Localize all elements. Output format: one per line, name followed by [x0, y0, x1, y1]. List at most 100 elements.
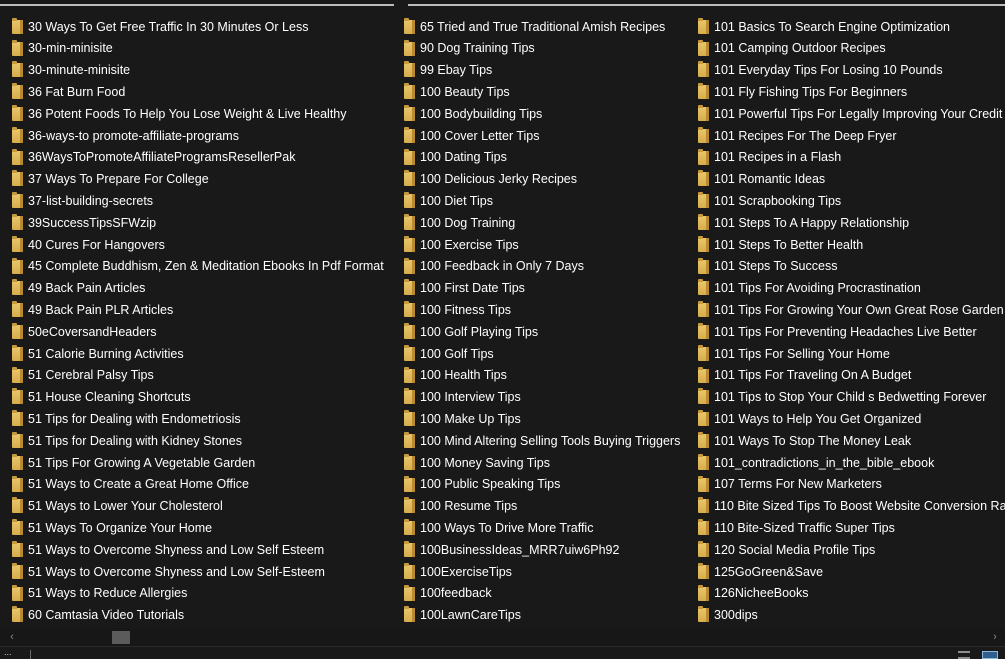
folder-item[interactable]: 101 Tips For Selling Your Home [696, 343, 1005, 365]
folder-item[interactable]: 101 Powerful Tips For Legally Improving … [696, 103, 1005, 125]
folder-item[interactable]: 100 Beauty Tips [402, 81, 696, 103]
folder-item[interactable]: 100 Ways To Drive More Traffic [402, 517, 696, 539]
folder-item[interactable]: 100feedback [402, 583, 696, 605]
folder-item[interactable]: 51 Tips for Dealing with Kidney Stones [10, 430, 402, 452]
folder-icon [698, 453, 709, 470]
folder-item[interactable]: 51 Ways to Overcome Shyness and Low Self… [10, 539, 402, 561]
horizontal-scrollbar[interactable]: ‹ › [0, 628, 1005, 646]
folder-item[interactable]: 37 Ways To Prepare For College [10, 169, 402, 191]
folder-item[interactable]: 100ExerciseTips [402, 561, 696, 583]
scroll-left-button[interactable]: ‹ [6, 631, 18, 643]
folder-item[interactable]: 30 Ways To Get Free Traffic In 30 Minute… [10, 16, 402, 38]
details-view-button[interactable] [958, 651, 970, 659]
folder-item[interactable]: 101 Tips For Traveling On A Budget [696, 365, 1005, 387]
folder-item[interactable]: 30-minute-minisite [10, 60, 402, 82]
folder-item[interactable]: 100 Fitness Tips [402, 299, 696, 321]
folder-item[interactable]: 101 Camping Outdoor Recipes [696, 38, 1005, 60]
folder-item[interactable]: 101 Ways to Help You Get Organized [696, 408, 1005, 430]
folder-item[interactable]: 101 Ways To Stop The Money Leak [696, 430, 1005, 452]
folder-item[interactable]: 101 Scrapbooking Tips [696, 190, 1005, 212]
folder-item[interactable]: 51 Ways to Create a Great Home Office [10, 474, 402, 496]
folder-item[interactable]: 100 Bodybuilding Tips [402, 103, 696, 125]
folder-item[interactable]: 36 Potent Foods To Help You Lose Weight … [10, 103, 402, 125]
folder-item[interactable]: 100 First Date Tips [402, 278, 696, 300]
folder-item[interactable]: 51 Ways To Organize Your Home [10, 517, 402, 539]
folder-item[interactable]: 51 Cerebral Palsy Tips [10, 365, 402, 387]
folder-item[interactable]: 100 Dog Training [402, 212, 696, 234]
folder-item[interactable]: 40 Cures For Hangovers [10, 234, 402, 256]
folder-item[interactable]: 101 Romantic Ideas [696, 169, 1005, 191]
folder-item[interactable]: 60 Camtasia Video Tutorials [10, 605, 402, 627]
folder-item[interactable]: 101_contradictions_in_the_bible_ebook [696, 452, 1005, 474]
folder-item[interactable]: 100 Make Up Tips [402, 408, 696, 430]
folder-item[interactable]: 51 Tips for Dealing with Endometriosis [10, 408, 402, 430]
folder-item[interactable]: 37-list-building-secrets [10, 190, 402, 212]
folder-item[interactable]: 101 Tips to Stop Your Child s Bedwetting… [696, 387, 1005, 409]
folder-item[interactable]: 100 Exercise Tips [402, 234, 696, 256]
folder-item[interactable]: 101 Tips For Growing Your Own Great Rose… [696, 299, 1005, 321]
folder-item[interactable]: 101 Everyday Tips For Losing 10 Pounds [696, 60, 1005, 82]
folder-item[interactable]: 45 Complete Buddhism, Zen & Meditation E… [10, 256, 402, 278]
folder-item[interactable]: 49 Back Pain PLR Articles [10, 299, 402, 321]
folder-item[interactable]: 100 Diet Tips [402, 190, 696, 212]
folder-icon [404, 453, 415, 470]
folder-item[interactable]: 49 Back Pain Articles [10, 278, 402, 300]
folder-item[interactable]: 120 Social Media Profile Tips [696, 539, 1005, 561]
folder-item[interactable]: 100 Golf Tips [402, 343, 696, 365]
folder-item[interactable]: 101 Steps To A Happy Relationship [696, 212, 1005, 234]
folder-item[interactable]: 100 Dating Tips [402, 147, 696, 169]
folder-icon [404, 279, 415, 296]
folder-name: 101 Fly Fishing Tips For Beginners [714, 85, 908, 100]
folder-item[interactable]: 125GoGreen&Save [696, 561, 1005, 583]
folder-item[interactable]: 51 Ways to Reduce Allergies [10, 583, 402, 605]
folder-item[interactable]: 100LawnCareTips [402, 605, 696, 627]
folder-item[interactable]: 101 Steps To Success [696, 256, 1005, 278]
folder-item[interactable]: 300dips [696, 605, 1005, 627]
folder-item[interactable]: 51 Calorie Burning Activities [10, 343, 402, 365]
folder-item[interactable]: 101 Basics To Search Engine Optimization [696, 16, 1005, 38]
folder-item[interactable]: 100 Interview Tips [402, 387, 696, 409]
large-icons-view-button[interactable] [982, 651, 998, 659]
folder-item[interactable]: 30-min-minisite [10, 38, 402, 60]
scrollbar-thumb[interactable] [112, 631, 130, 644]
folder-item[interactable]: 36WaysToPromoteAffiliateProgramsReseller… [10, 147, 402, 169]
folder-item[interactable]: 100 Cover Letter Tips [402, 125, 696, 147]
folder-name: 101 Camping Outdoor Recipes [714, 41, 886, 56]
folder-item[interactable]: 51 House Cleaning Shortcuts [10, 387, 402, 409]
folder-item[interactable]: 110 Bite-Sized Traffic Super Tips [696, 517, 1005, 539]
folder-item[interactable]: 101 Fly Fishing Tips For Beginners [696, 81, 1005, 103]
folder-item[interactable]: 100 Delicious Jerky Recipes [402, 169, 696, 191]
folder-item[interactable]: 100 Mind Altering Selling Tools Buying T… [402, 430, 696, 452]
file-list-view[interactable]: 30 Ways To Get Free Traffic In 30 Minute… [0, 10, 1005, 628]
folder-item[interactable]: 36-ways-to promote-affiliate-programs [10, 125, 402, 147]
folder-item[interactable]: 99 Ebay Tips [402, 60, 696, 82]
folder-name: 100feedback [420, 586, 492, 601]
folder-item[interactable]: 100 Money Saving Tips [402, 452, 696, 474]
folder-item[interactable]: 100BusinessIdeas_MRR7uiw6Ph92 [402, 539, 696, 561]
folder-item[interactable]: 51 Ways to Lower Your Cholesterol [10, 496, 402, 518]
folder-item[interactable]: 100 Feedback in Only 7 Days [402, 256, 696, 278]
folder-name: 101 Tips For Avoiding Procrastination [714, 281, 921, 296]
folder-item[interactable]: 101 Recipes For The Deep Fryer [696, 125, 1005, 147]
folder-item[interactable]: 100 Health Tips [402, 365, 696, 387]
folder-name: 37-list-building-secrets [28, 194, 154, 209]
folder-item[interactable]: 50eCoversandHeaders [10, 321, 402, 343]
folder-icon [12, 148, 23, 165]
folder-item[interactable]: 126NicheeBooks [696, 583, 1005, 605]
scroll-right-button[interactable]: › [989, 631, 1001, 643]
folder-item[interactable]: 101 Tips For Preventing Headaches Live B… [696, 321, 1005, 343]
folder-item[interactable]: 100 Public Speaking Tips [402, 474, 696, 496]
folder-item[interactable]: 51 Ways to Overcome Shyness and Low Self… [10, 561, 402, 583]
folder-item[interactable]: 51 Tips For Growing A Vegetable Garden [10, 452, 402, 474]
folder-item[interactable]: 100 Resume Tips [402, 496, 696, 518]
folder-item[interactable]: 90 Dog Training Tips [402, 38, 696, 60]
folder-item[interactable]: 65 Tried and True Traditional Amish Reci… [402, 16, 696, 38]
folder-item[interactable]: 100 Golf Playing Tips [402, 321, 696, 343]
folder-item[interactable]: 39SuccessTipsSFWzip [10, 212, 402, 234]
folder-item[interactable]: 101 Tips For Avoiding Procrastination [696, 278, 1005, 300]
folder-item[interactable]: 107 Terms For New Marketers [696, 474, 1005, 496]
folder-item[interactable]: 110 Bite Sized Tips To Boost Website Con… [696, 496, 1005, 518]
folder-item[interactable]: 101 Steps To Better Health [696, 234, 1005, 256]
folder-item[interactable]: 101 Recipes in a Flash [696, 147, 1005, 169]
folder-item[interactable]: 36 Fat Burn Food [10, 81, 402, 103]
